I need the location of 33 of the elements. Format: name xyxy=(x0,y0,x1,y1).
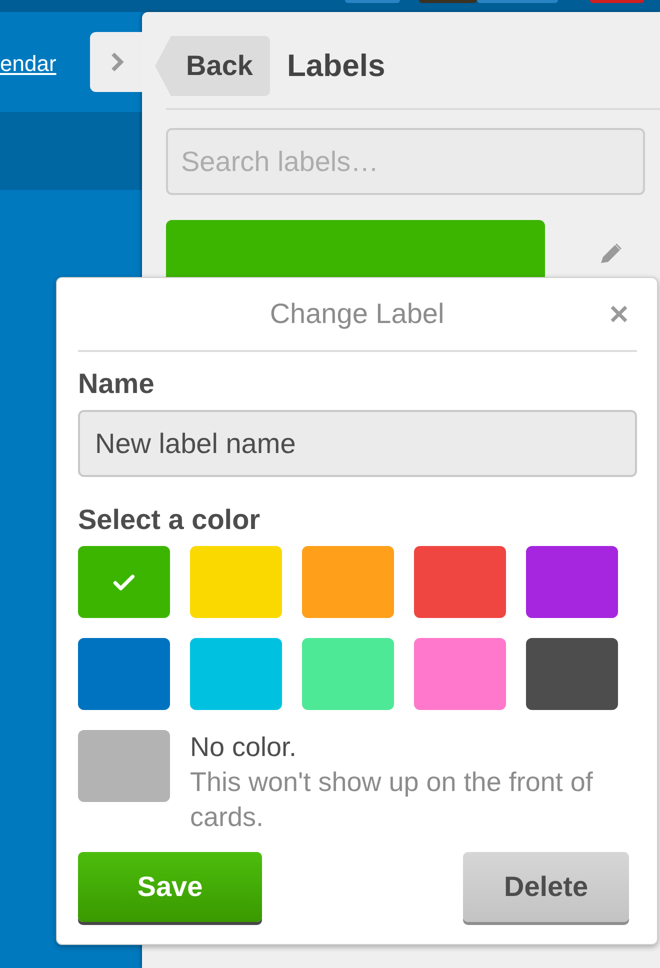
delete-button[interactable]: Delete xyxy=(463,852,629,922)
color-swatch[interactable] xyxy=(190,546,282,618)
label-bar[interactable] xyxy=(166,220,545,277)
color-swatch[interactable] xyxy=(78,638,170,710)
color-swatch[interactable] xyxy=(78,546,170,618)
search-field[interactable]: Search labels… xyxy=(166,128,645,195)
avatar-photo xyxy=(419,0,477,3)
back-button[interactable]: Back xyxy=(155,36,270,96)
chevron-right-icon xyxy=(110,51,124,73)
no-color-description: This won't show up on the front of cards. xyxy=(190,766,594,834)
header-button[interactable] xyxy=(345,0,400,3)
color-swatch[interactable] xyxy=(302,546,394,618)
color-swatch[interactable] xyxy=(414,546,506,618)
color-swatch[interactable] xyxy=(190,638,282,710)
field-label: Name xyxy=(78,368,156,400)
alert-button[interactable] xyxy=(590,0,644,3)
save-button[interactable]: Save xyxy=(78,852,262,922)
close-icon[interactable] xyxy=(610,305,628,323)
header-button[interactable] xyxy=(477,0,558,3)
no-color-swatch[interactable] xyxy=(78,730,170,802)
panel-title: Labels xyxy=(287,48,386,84)
check-icon xyxy=(113,574,135,590)
collapse-tab[interactable] xyxy=(90,32,142,92)
pencil-icon[interactable] xyxy=(600,243,622,263)
board-link[interactable]: endar xyxy=(0,51,56,77)
popup-title: Change Label xyxy=(270,298,444,330)
color-swatch[interactable] xyxy=(302,638,394,710)
color-swatch[interactable] xyxy=(414,638,506,710)
no-color-title: No color. xyxy=(190,731,298,764)
color-swatch[interactable] xyxy=(526,638,618,710)
name-input[interactable]: New label name xyxy=(78,410,637,477)
section-heading: Select a color xyxy=(78,504,262,536)
color-swatch[interactable] xyxy=(526,546,618,618)
